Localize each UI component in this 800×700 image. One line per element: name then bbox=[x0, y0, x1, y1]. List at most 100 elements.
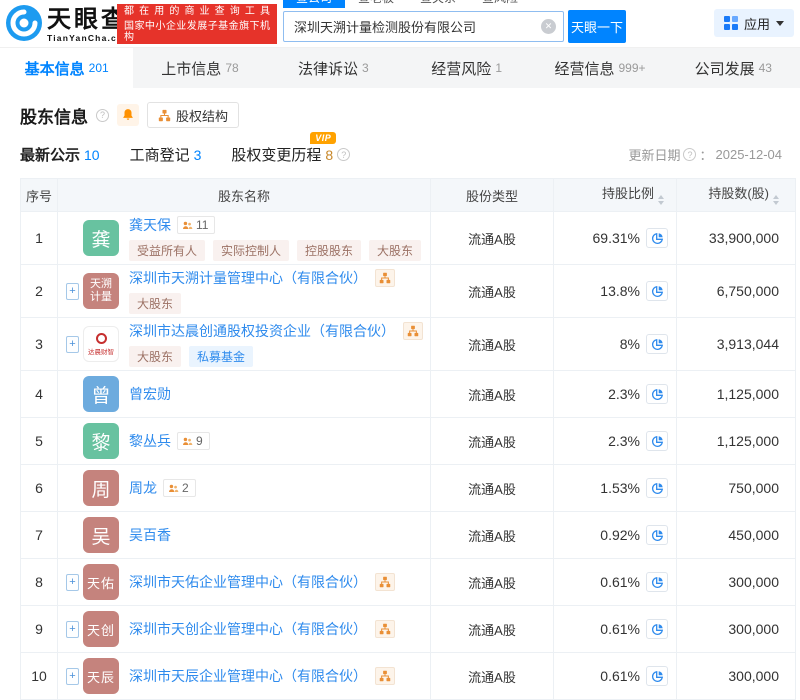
share-count: 1,125,000 bbox=[677, 371, 796, 418]
shareholder-name-link[interactable]: 周龙 bbox=[129, 478, 157, 498]
tab-basic-info[interactable]: 基本信息201 bbox=[0, 48, 133, 88]
share-count: 6,750,000 bbox=[677, 265, 796, 318]
expand-button[interactable] bbox=[66, 336, 79, 353]
shareholder-name-link[interactable]: 深圳市天辰企业管理中心（有限合伙） bbox=[129, 666, 367, 686]
apps-menu-button[interactable]: 应用 bbox=[714, 9, 794, 37]
shareholder-name-link[interactable]: 曾宏勋 bbox=[129, 384, 171, 404]
shareholder-name-link[interactable]: 深圳市天佑企业管理中心（有限合伙） bbox=[129, 572, 367, 592]
subtab-equity-change-history[interactable]: VIP 股权变更历程 8 bbox=[231, 144, 350, 165]
row-index: 7 bbox=[21, 512, 58, 559]
tab-operating-risk[interactable]: 经营风险1 bbox=[400, 48, 533, 88]
search-tab-risk[interactable]: 查风险 bbox=[469, 0, 531, 8]
expand-button[interactable] bbox=[66, 283, 79, 300]
company-search-input[interactable] bbox=[283, 11, 564, 42]
tab-listing-info[interactable]: 上市信息78 bbox=[133, 48, 266, 88]
row-index: 2 bbox=[21, 265, 58, 318]
subtab-business-registration[interactable]: 工商登记 3 bbox=[130, 144, 202, 165]
col-header-shares-sort[interactable]: 持股数(股) bbox=[677, 179, 796, 212]
row-index: 4 bbox=[21, 371, 58, 418]
col-header-shareholder: 股东名称 bbox=[58, 179, 431, 212]
shareholder-tag: 大股东 bbox=[129, 293, 181, 314]
ratio-value: 0.61% bbox=[600, 668, 640, 684]
equity-structure-icon[interactable] bbox=[375, 667, 395, 685]
update-date: 更新日期 ： 2025-12-04 bbox=[628, 145, 782, 164]
subtab-latest-disclosure[interactable]: 最新公示 10 bbox=[20, 144, 100, 165]
table-row: 6 周 周龙 2 流通A股 1. bbox=[21, 465, 796, 512]
partner-count-badge[interactable]: 9 bbox=[177, 432, 210, 450]
promo-banner: 都在用的商业查询工具 国家中小企业发展子基金旗下机构 bbox=[117, 4, 277, 44]
equity-structure-icon[interactable] bbox=[375, 620, 395, 638]
equity-structure-icon[interactable] bbox=[375, 573, 395, 591]
shareholder-name-link[interactable]: 深圳市天创企业管理中心（有限合伙） bbox=[129, 619, 367, 639]
shareholder-tag: 大股东 bbox=[369, 240, 421, 261]
ratio-value: 0.92% bbox=[600, 527, 640, 543]
pie-chart-icon[interactable] bbox=[646, 334, 668, 354]
expand-button[interactable] bbox=[66, 668, 79, 685]
clear-search-icon[interactable] bbox=[541, 19, 556, 34]
table-row: 10 天辰 深圳市天辰企业管理中心（有限合伙） 流通A股 0.61% 300,0… bbox=[21, 653, 796, 700]
share-count: 33,900,000 bbox=[677, 212, 796, 265]
shareholder-name-link[interactable]: 黎丛兵 bbox=[129, 431, 171, 451]
col-header-ratio-sort[interactable]: 持股比例 bbox=[554, 179, 677, 212]
vip-badge: VIP bbox=[310, 132, 336, 144]
col-header-share-type: 股份类型 bbox=[431, 179, 554, 212]
company-nav-tabs: 基本信息201 上市信息78 法律诉讼3 经营风险1 经营信息999+ 公司发展… bbox=[0, 48, 800, 88]
equity-structure-button[interactable]: 股权结构 bbox=[147, 102, 239, 128]
ratio-value: 0.61% bbox=[600, 621, 640, 637]
tab-company-development[interactable]: 公司发展43 bbox=[667, 48, 800, 88]
pie-chart-icon[interactable] bbox=[646, 384, 668, 404]
partner-icon bbox=[182, 220, 193, 231]
search-tab-company[interactable]: 查公司 bbox=[283, 0, 345, 8]
partner-count-badge[interactable]: 2 bbox=[163, 479, 196, 497]
top-header: 天眼查 TianYanCha.com 都在用的商业查询工具 国家中小企业发展子基… bbox=[0, 0, 800, 48]
help-icon[interactable] bbox=[337, 148, 350, 161]
logo-icon bbox=[6, 5, 42, 46]
sort-icon bbox=[773, 192, 779, 208]
shareholder-name-link[interactable]: 深圳市达晨创通股权投资企业（有限合伙） bbox=[129, 321, 395, 341]
tab-operating-info[interactable]: 经营信息999+ bbox=[533, 48, 666, 88]
shareholder-name-link[interactable]: 深圳市天溯计量管理中心（有限合伙） bbox=[129, 268, 367, 288]
avatar: 天创 bbox=[83, 611, 119, 647]
row-index: 1 bbox=[21, 212, 58, 265]
pie-chart-icon[interactable] bbox=[646, 431, 668, 451]
shareholder-tag: 实际控制人 bbox=[213, 240, 289, 261]
table-row: 1 龚 龚天保 11 bbox=[21, 212, 796, 265]
partner-count-badge[interactable]: 11 bbox=[177, 216, 215, 234]
shareholder-table: 序号 股东名称 股份类型 持股比例 持股数(股) 1 龚 龚天保 bbox=[20, 178, 796, 700]
pie-chart-icon[interactable] bbox=[646, 666, 668, 686]
pie-chart-icon[interactable] bbox=[646, 619, 668, 639]
search-tabs-strip: 查公司 查老板 查关系 查风险 bbox=[283, 0, 628, 8]
org-chart-icon bbox=[158, 109, 171, 122]
pie-chart-icon[interactable] bbox=[646, 228, 668, 248]
expand-button[interactable] bbox=[66, 574, 79, 591]
pie-chart-icon[interactable] bbox=[646, 525, 668, 545]
notification-bell-button[interactable] bbox=[117, 104, 139, 126]
share-type: 流通A股 bbox=[431, 212, 554, 265]
tianyancha-logo[interactable]: 天眼查 TianYanCha.com bbox=[6, 5, 132, 46]
shareholder-name-link[interactable]: 龚天保 bbox=[129, 215, 171, 235]
ratio-value: 2.3% bbox=[608, 386, 640, 402]
table-row: 7 吴 吴百香 流通A股 0.92% 450,000 bbox=[21, 512, 796, 559]
pie-chart-icon[interactable] bbox=[646, 478, 668, 498]
apps-label: 应用 bbox=[744, 14, 770, 33]
pie-chart-icon[interactable] bbox=[646, 281, 668, 301]
pie-chart-icon[interactable] bbox=[646, 572, 668, 592]
share-type: 流通A股 bbox=[431, 318, 554, 371]
row-index: 3 bbox=[21, 318, 58, 371]
sort-icon bbox=[658, 192, 664, 208]
search-tab-boss[interactable]: 查老板 bbox=[345, 0, 407, 8]
search-tab-relation[interactable]: 查关系 bbox=[407, 0, 469, 8]
tab-legal-litigation[interactable]: 法律诉讼3 bbox=[267, 48, 400, 88]
shareholder-name-link[interactable]: 吴百香 bbox=[129, 525, 171, 545]
help-icon[interactable] bbox=[96, 109, 109, 122]
section-title: 股东信息 bbox=[20, 103, 88, 128]
search-submit-button[interactable]: 天眼一下 bbox=[568, 10, 626, 43]
avatar: 天佑 bbox=[83, 564, 119, 600]
expand-button[interactable] bbox=[66, 621, 79, 638]
table-row: 4 曾 曾宏勋 流通A股 2.3% 1,125,000 bbox=[21, 371, 796, 418]
row-index: 9 bbox=[21, 606, 58, 653]
partner-icon bbox=[168, 483, 179, 494]
equity-structure-icon[interactable] bbox=[375, 269, 395, 287]
equity-structure-icon[interactable] bbox=[403, 322, 423, 340]
help-icon[interactable] bbox=[683, 148, 696, 161]
